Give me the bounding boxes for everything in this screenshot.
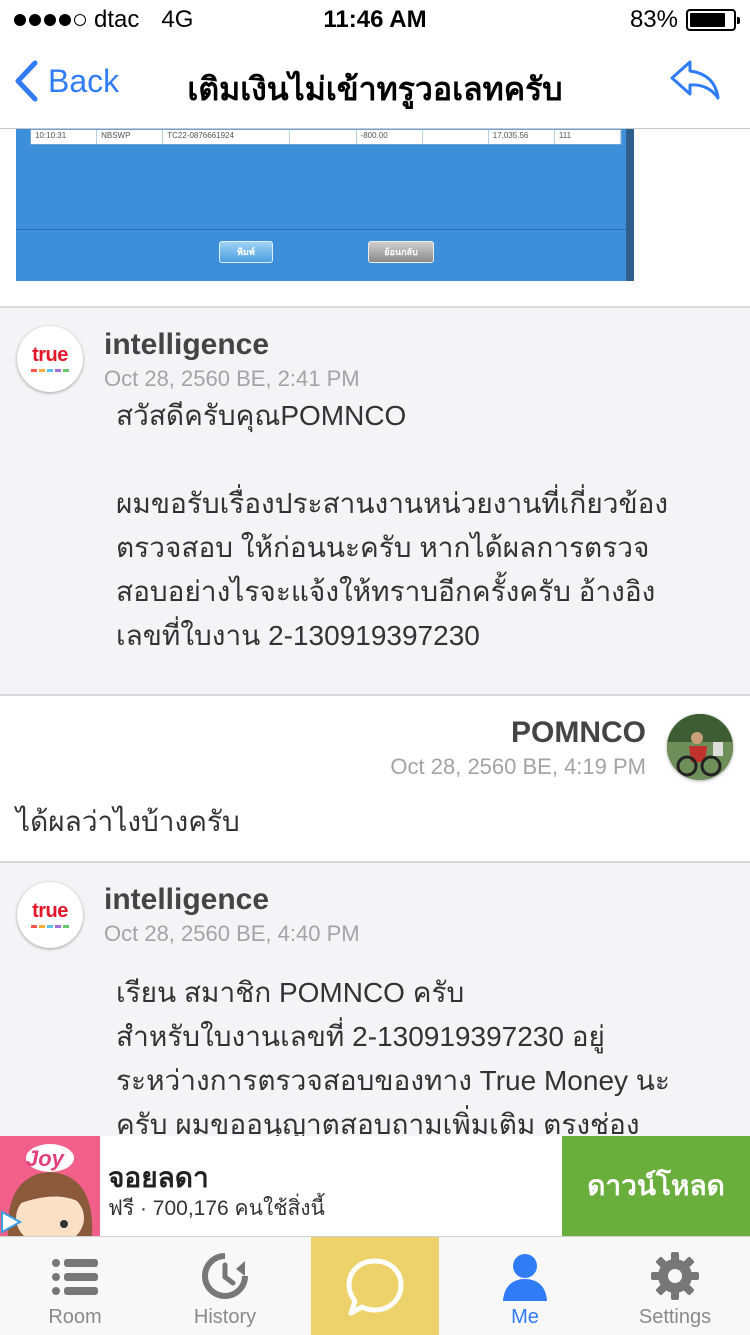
chat-bubble-icon bbox=[346, 1258, 404, 1316]
true-logo-bar bbox=[31, 369, 69, 372]
page-title: เติมเงินไม่เข้าทรูวอเลทครับ bbox=[187, 71, 563, 107]
person-icon bbox=[503, 1254, 547, 1301]
attached-image[interactable]: 10:10:31 NBSWP TC22-0876661924 -800.00 1… bbox=[16, 129, 634, 281]
message-incoming: true intelligence Oct 28, 2560 BE, 4:40 … bbox=[0, 863, 750, 1136]
attachment-divider bbox=[16, 229, 634, 230]
message-date: Oct 28, 2560 BE, 4:19 PM bbox=[390, 754, 646, 779]
back-label: Back bbox=[48, 62, 120, 99]
message-line: เลขที่ใบงาน 2-130919397230 bbox=[116, 620, 480, 651]
tab-bar: Room History Me Settings bbox=[0, 1236, 750, 1335]
avatar[interactable]: true bbox=[17, 326, 83, 392]
navigation-bar: Back เติมเงินไม่เข้าทรูวอเลทครับ bbox=[0, 40, 750, 129]
attachment-print-button: พิมพ์ bbox=[219, 241, 273, 263]
message-line: สอบอย่างไรจะแจ้งให้ทราบอีกครั้งครับ อ้าง… bbox=[116, 576, 656, 607]
chevron-left-icon bbox=[15, 60, 38, 102]
download-button[interactable]: ดาวน์โหลด bbox=[562, 1136, 750, 1236]
message-body: เรียน สมาชิก POMNCO ครับ สำหรับใบงานเลขท… bbox=[116, 971, 670, 1136]
message-line-blank bbox=[116, 438, 668, 482]
attachment-code: NBSWP bbox=[97, 130, 164, 144]
tab-chat[interactable] bbox=[311, 1237, 439, 1335]
battery-icon bbox=[686, 9, 740, 31]
history-clock-icon bbox=[202, 1253, 248, 1299]
ad-banner[interactable]: Joy จอยลดา ฟรี · 700,176 คนใช้สิ่งนี้ ดา… bbox=[0, 1136, 750, 1236]
reply-arrow-icon bbox=[670, 60, 720, 100]
attachment-time: 10:10:31 bbox=[31, 130, 98, 144]
tab-me[interactable]: Me bbox=[450, 1237, 600, 1335]
message-line: สำหรับใบงานเลขที่ 2-130919397230 อยู่ bbox=[116, 1021, 605, 1052]
back-button[interactable]: Back bbox=[14, 60, 119, 102]
attachment-ref: TC22-0876661924 bbox=[163, 130, 291, 144]
message-line: ตรวจสอบ ให้ก่อนนะครับ หากได้ผลการตรวจ bbox=[116, 532, 650, 563]
list-icon bbox=[52, 1259, 98, 1295]
message-incoming: true intelligence Oct 28, 2560 BE, 2:41 … bbox=[0, 308, 750, 694]
ad-subtitle: ฟรี · 700,176 คนใช้สิ่งนี้ bbox=[108, 1197, 325, 1220]
message-line: สวัสดีครับคุณPOMNCO bbox=[116, 400, 407, 431]
message-author: intelligence bbox=[104, 883, 270, 916]
status-right: 83% bbox=[629, 6, 740, 34]
reply-button[interactable] bbox=[668, 58, 722, 107]
status-bar: dtac 4G 11:46 AM 83% bbox=[0, 0, 750, 40]
message-line: ได้ผลว่าไงบ้างครับ bbox=[16, 806, 240, 837]
battery-percent: 83% bbox=[629, 6, 678, 33]
message-body: ได้ผลว่าไงบ้างครับ bbox=[16, 800, 240, 844]
user-photo-icon bbox=[667, 714, 733, 780]
true-logo: true bbox=[32, 900, 68, 922]
true-logo: true bbox=[32, 344, 68, 366]
message-date: Oct 28, 2560 BE, 4:40 PM bbox=[104, 921, 360, 946]
tab-settings[interactable]: Settings bbox=[600, 1237, 750, 1335]
tab-label: Me bbox=[511, 1306, 539, 1328]
tab-label: Settings bbox=[638, 1306, 712, 1328]
tab-room[interactable]: Room bbox=[0, 1237, 150, 1335]
attachment-blank-2 bbox=[423, 130, 489, 144]
ad-icon-text: Joy bbox=[26, 1146, 64, 1171]
attachment-balance: 17,035.56 bbox=[489, 130, 555, 144]
attachment-frame-edge bbox=[626, 129, 634, 281]
attachment-blank bbox=[290, 130, 357, 144]
attachment-extra: 111 bbox=[555, 130, 621, 144]
message-date: Oct 28, 2560 BE, 2:41 PM bbox=[104, 366, 360, 391]
chat-thread[interactable]: 10:10:31 NBSWP TC22-0876661924 -800.00 1… bbox=[0, 129, 750, 1136]
message-line: ผมขอรับเรื่องประสานงานหน่วยงานที่เกี่ยวข… bbox=[116, 488, 669, 519]
attachment-table-row: 10:10:31 NBSWP TC22-0876661924 -800.00 1… bbox=[30, 129, 622, 145]
avatar[interactable] bbox=[667, 714, 733, 780]
tab-label: Room bbox=[48, 1306, 102, 1328]
message-author: POMNCO bbox=[511, 716, 646, 749]
message-outgoing: POMNCO Oct 28, 2560 BE, 4:19 PM ได้ผลว่า… bbox=[0, 696, 750, 861]
true-logo-bar bbox=[31, 925, 69, 928]
avatar[interactable]: true bbox=[17, 882, 83, 948]
app-icon[interactable]: Joy bbox=[0, 1136, 100, 1236]
attachment-back-button: ย้อนกลับ bbox=[368, 241, 434, 263]
message-line: ระหว่างการตรวจสอบของทาง True Money นะ bbox=[116, 1065, 670, 1096]
tab-history[interactable]: History bbox=[150, 1237, 300, 1335]
message-line: ครับ ผมขออนุญาตสอบถามเพิ่มเติม ตรงช่อง bbox=[116, 1109, 640, 1136]
gear-icon bbox=[651, 1252, 699, 1300]
attachment-amount: -800.00 bbox=[357, 130, 423, 144]
message-author: intelligence bbox=[104, 328, 270, 361]
message-body: สวัสดีครับคุณPOMNCO ผมขอรับเรื่องประสานง… bbox=[116, 394, 668, 658]
message-line: เรียน สมาชิก POMNCO ครับ bbox=[116, 977, 465, 1008]
tab-label: History bbox=[193, 1306, 257, 1328]
